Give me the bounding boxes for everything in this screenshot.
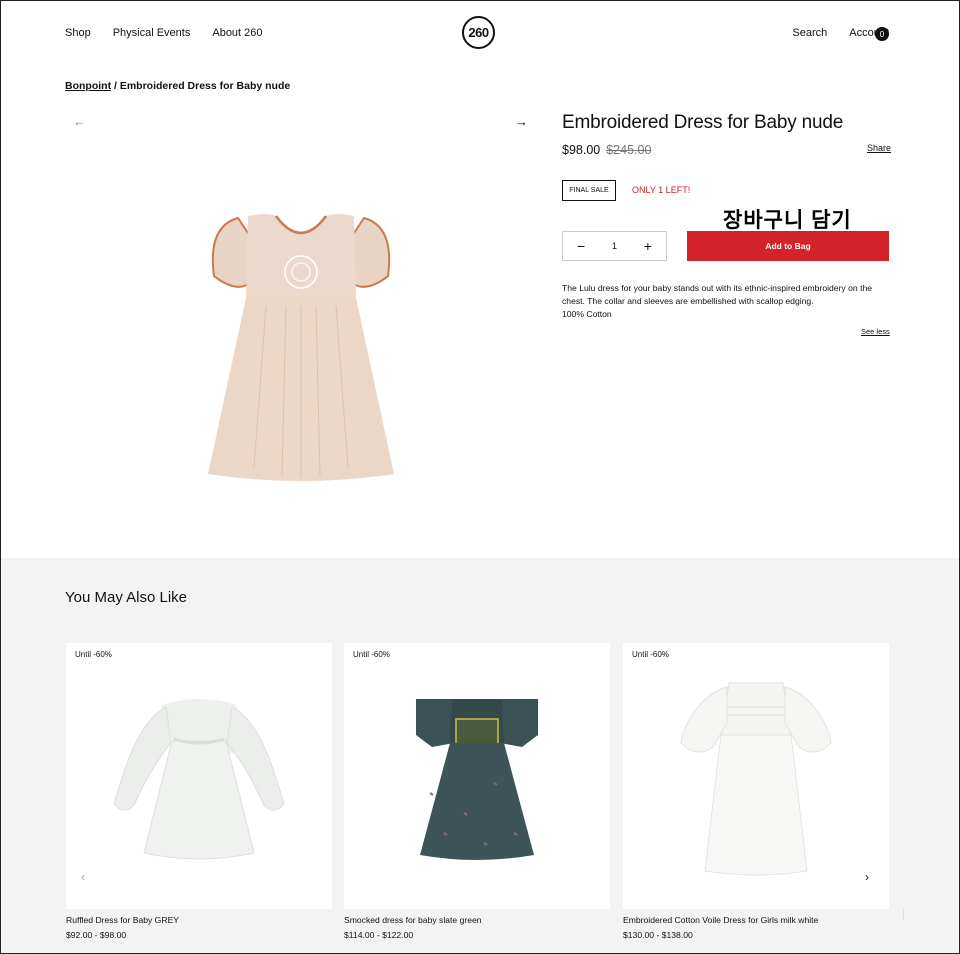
product-card[interactable]: Until -60% Embroidered Cotton Voile Dres… (623, 643, 889, 940)
discount-badge: Until -60% (75, 650, 112, 659)
grey-dress-image (113, 699, 285, 860)
description-line: The Lulu dress for your baby stands out … (562, 283, 873, 293)
slate-green-dress-image (416, 699, 538, 860)
product-card[interactable]: Until -60% Smocked dress for baby slate … (344, 643, 610, 940)
nav-about[interactable]: About 260 (212, 27, 262, 39)
add-to-bag-button[interactable]: Add to Bag (687, 231, 889, 261)
share-link[interactable]: Share (867, 143, 891, 153)
quantity-value[interactable]: 1 (612, 241, 617, 251)
site-header: Shop Physical Events About 260 260 Searc… (1, 1, 959, 67)
product-card-image[interactable]: Until -60% (623, 643, 889, 909)
breadcrumb-separator: / (111, 80, 120, 92)
product-image-nude-dress (208, 214, 394, 481)
minus-icon[interactable]: − (577, 239, 585, 253)
chevron-right-icon[interactable]: › (865, 870, 869, 884)
final-sale-badge: FINAL SALE (562, 180, 616, 201)
stock-warning: ONLY 1 LEFT! (632, 185, 691, 195)
product-card-image[interactable]: Until -60% (344, 643, 610, 909)
plus-icon[interactable]: + (644, 239, 652, 253)
page: Shop Physical Events About 260 260 Searc… (0, 0, 960, 954)
breadcrumb-current: Embroidered Dress for Baby nude (119, 80, 291, 92)
arrow-left-icon[interactable]: ← (73, 114, 86, 129)
product-card-price: $114.00 - $122.00 (344, 930, 414, 940)
original-price: $245.00 (606, 143, 652, 157)
product-card-price: $92.00 - $98.00 (66, 930, 127, 940)
milk-white-dress-image (680, 682, 832, 876)
product-card-price: $130.00 - $138.00 (623, 930, 693, 940)
recommendations-section: You May Also Like Until -60% Ruffled Dre… (1, 558, 959, 953)
breadcrumb: Bonpoint / Embroidered Dress for Baby nu… (65, 80, 290, 92)
product-price: $98.00 $245.00 (562, 143, 651, 157)
breadcrumb-brand-link[interactable]: Bonpoint (65, 80, 111, 92)
scroll-indicator (903, 909, 904, 919)
product-card-name[interactable]: Embroidered Cotton Voile Dress for Girls… (623, 915, 818, 925)
recommendations-title: You May Also Like (65, 589, 188, 606)
product-card-name[interactable]: Ruffled Dress for Baby GREY (66, 915, 179, 925)
primary-nav: Shop Physical Events About 260 (65, 27, 263, 39)
site-logo[interactable]: 260 (462, 16, 495, 49)
description-line: chest. The collar and sleeves are embell… (562, 296, 814, 306)
arrow-right-icon[interactable]: → (515, 114, 528, 129)
discount-badge: Until -60% (632, 650, 669, 659)
product-title: Embroidered Dress for Baby nude (562, 112, 844, 133)
discount-badge: Until -60% (353, 650, 390, 659)
description-material: 100% Cotton (562, 309, 612, 319)
product-description: The Lulu dress for your baby stands out … (562, 282, 892, 321)
product-card-image[interactable]: Until -60% (66, 643, 332, 909)
nav-physical-events[interactable]: Physical Events (113, 27, 191, 39)
sale-price: $98.00 (562, 143, 601, 157)
see-less-link[interactable]: See less (861, 327, 890, 336)
product-card-name[interactable]: Smocked dress for baby slate green (344, 915, 482, 925)
chevron-left-icon[interactable]: ‹ (81, 870, 85, 884)
bag-count-badge[interactable]: 0 (875, 27, 889, 41)
nav-shop[interactable]: Shop (65, 27, 91, 39)
add-to-cart-annotation: 장바구니 담기 (723, 209, 852, 232)
product-card[interactable]: Until -60% Ruffled Dress for Baby GREY $… (66, 643, 332, 940)
quantity-stepper: − 1 + (562, 231, 667, 261)
nav-search[interactable]: Search (792, 27, 827, 39)
